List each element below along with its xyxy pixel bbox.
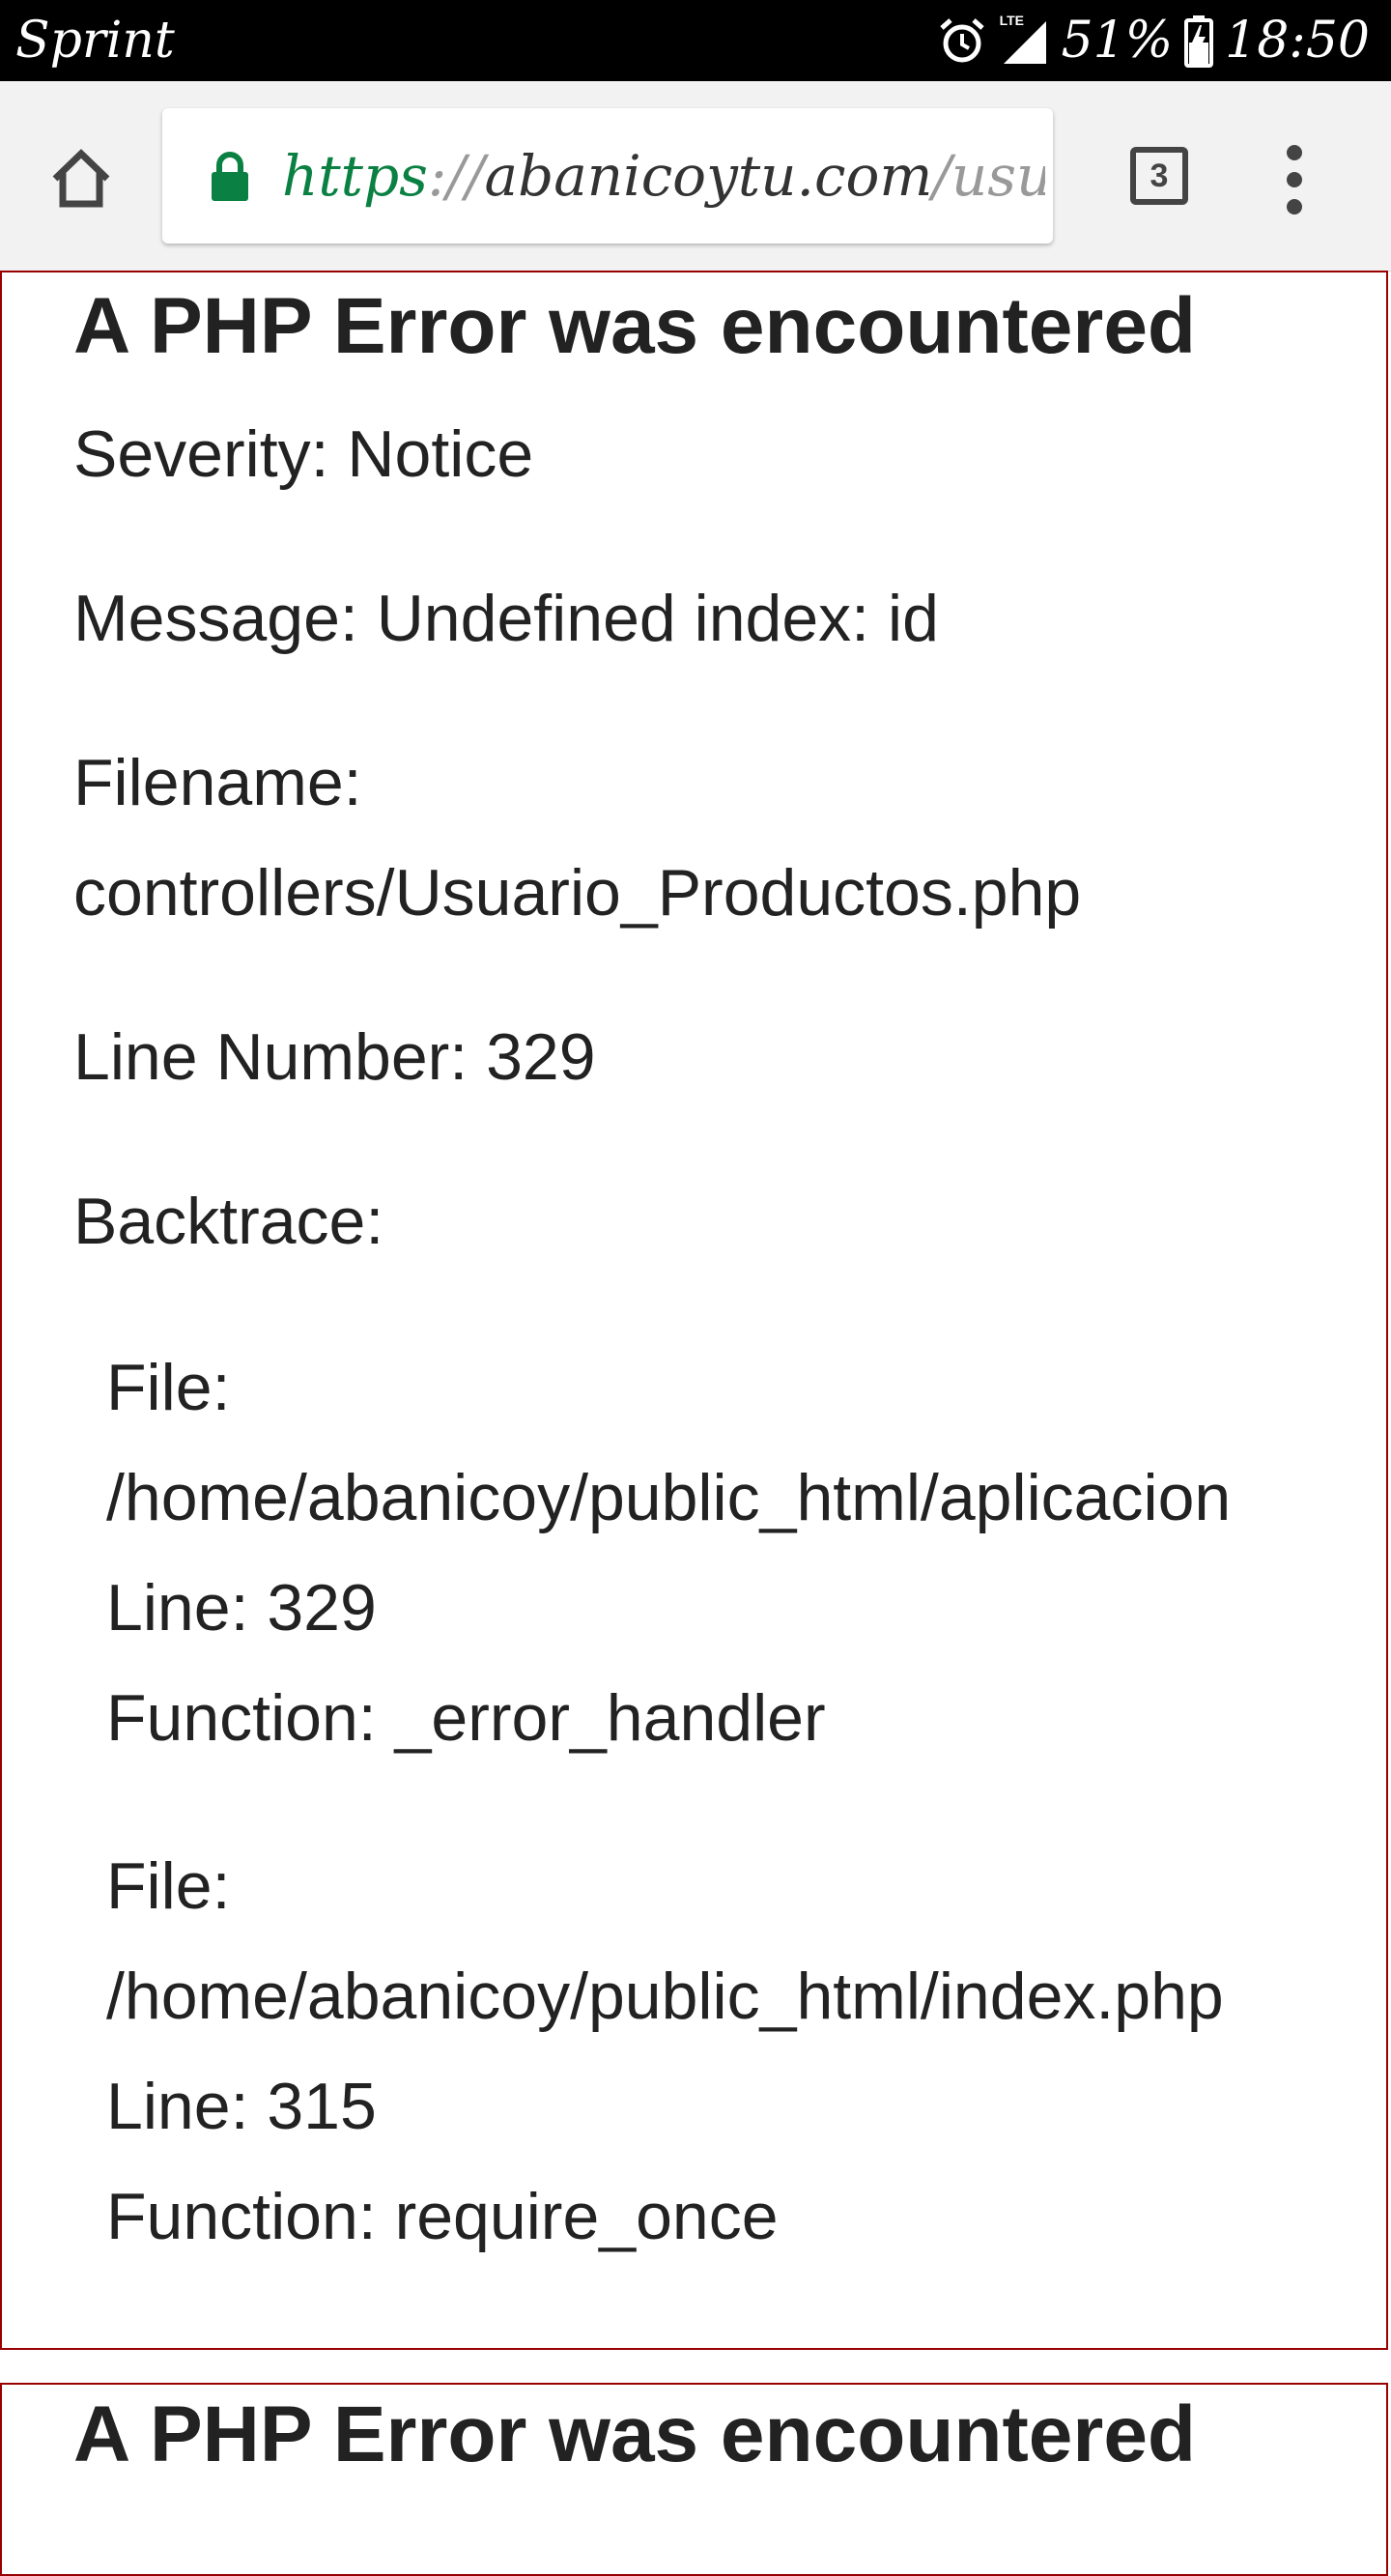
browser-toolbar: https://abanicoytu.com/usu 3 <box>0 81 1391 272</box>
error-severity: Severity: Notice <box>73 417 534 491</box>
alarm-icon <box>936 14 988 67</box>
home-button[interactable] <box>39 137 124 222</box>
php-error-box: A PHP Error was encountered <box>0 2383 1388 2576</box>
signal-icon: LTE <box>1000 14 1050 68</box>
url-separator: :// <box>427 143 485 209</box>
tab-count: 3 <box>1150 157 1169 194</box>
overflow-menu-button[interactable] <box>1275 145 1314 215</box>
address-bar[interactable]: https://abanicoytu.com/usu <box>162 108 1053 243</box>
url-path: /usu <box>932 143 1045 209</box>
overflow-menu-icon <box>1287 145 1302 160</box>
error-line-number: Line Number: 329 <box>73 1020 596 1094</box>
network-type-label: LTE <box>999 13 1024 28</box>
battery-icon <box>1184 14 1214 68</box>
error-filename-label: Filename: <box>73 746 362 819</box>
backtrace-file-path: /home/abanicoy/public_html/aplicacion <box>106 1461 1232 1534</box>
status-bar: Sprint LTE 51% 18:50 <box>0 0 1391 81</box>
lock-icon <box>209 151 251 208</box>
url-text[interactable]: https://abanicoytu.com/usu <box>282 108 1045 243</box>
backtrace-file-label: File: <box>106 1849 231 1923</box>
url-host: abanicoytu.com <box>484 143 933 209</box>
overflow-menu-dot <box>1287 199 1302 215</box>
backtrace-function: Function: _error_handler <box>106 1681 826 1755</box>
error-message: Message: Undefined index: id <box>73 582 939 655</box>
battery-percentage: 51% <box>1061 12 1174 70</box>
backtrace-label: Backtrace: <box>73 1185 384 1258</box>
clock: 18:50 <box>1225 12 1370 70</box>
backtrace-line: Line: 329 <box>106 1571 377 1645</box>
error-title: A PHP Error was encountered <box>73 282 1197 370</box>
home-icon <box>47 144 115 216</box>
carrier-name: Sprint <box>15 12 175 70</box>
error-filename-value: controllers/Usuario_Productos.php <box>73 856 1082 930</box>
error-title: A PHP Error was encountered <box>73 2390 1197 2478</box>
backtrace-file-path: /home/abanicoy/public_html/index.php <box>106 1960 1224 2033</box>
php-error-box: A PHP Error was encountered Severity: No… <box>0 271 1388 2350</box>
backtrace-function: Function: require_once <box>106 2180 779 2253</box>
url-scheme: https <box>282 143 428 209</box>
backtrace-line: Line: 315 <box>106 2070 377 2143</box>
overflow-menu-dot <box>1287 172 1302 187</box>
status-icons: LTE 51% 18:50 <box>936 6 1370 75</box>
tab-switcher-button[interactable]: 3 <box>1130 147 1188 205</box>
backtrace-file-label: File: <box>106 1351 231 1424</box>
